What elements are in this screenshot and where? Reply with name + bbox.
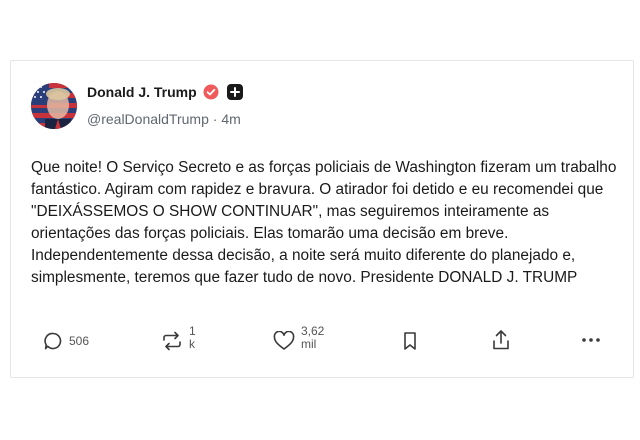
share-button[interactable] (491, 329, 511, 351)
action-bar: 506 1 k 3,62 mil (11, 325, 633, 359)
retruth-icon (161, 325, 183, 351)
heart-icon (273, 325, 295, 351)
author-meta: @realDonaldTrump · 4m (87, 111, 241, 127)
reply-button[interactable]: 506 (43, 331, 89, 351)
bookmark-button[interactable] (401, 331, 419, 351)
author-display-name[interactable]: Donald J. Trump (87, 84, 197, 100)
post-timestamp[interactable]: 4m (221, 111, 240, 127)
reply-count: 506 (69, 333, 90, 348)
plus-icon[interactable] (226, 84, 243, 100)
more-icon (581, 337, 601, 343)
bookmark-icon (401, 331, 419, 351)
like-count-unit: mil (301, 337, 317, 351)
author-name-row: Donald J. Trump (87, 84, 243, 100)
avatar-image (31, 83, 77, 129)
like-count: 3,62 mil (301, 325, 324, 351)
meta-separator: · (212, 111, 218, 127)
more-options-button[interactable] (581, 337, 601, 343)
retruth-count: 1 k (189, 325, 196, 351)
post-card: Donald J. Trump @realDonaldTrump · 4m Qu… (10, 60, 634, 378)
retruth-count-unit: k (189, 337, 195, 351)
post-body-text: Que noite! O Serviço Secreto e as forças… (31, 159, 617, 286)
verified-badge-icon (203, 84, 219, 100)
author-handle[interactable]: @realDonaldTrump (87, 111, 209, 127)
retruth-button[interactable]: 1 k (161, 325, 196, 351)
share-icon (491, 329, 511, 351)
reply-icon (43, 331, 63, 351)
like-button[interactable]: 3,62 mil (273, 325, 324, 351)
avatar[interactable] (31, 83, 77, 129)
